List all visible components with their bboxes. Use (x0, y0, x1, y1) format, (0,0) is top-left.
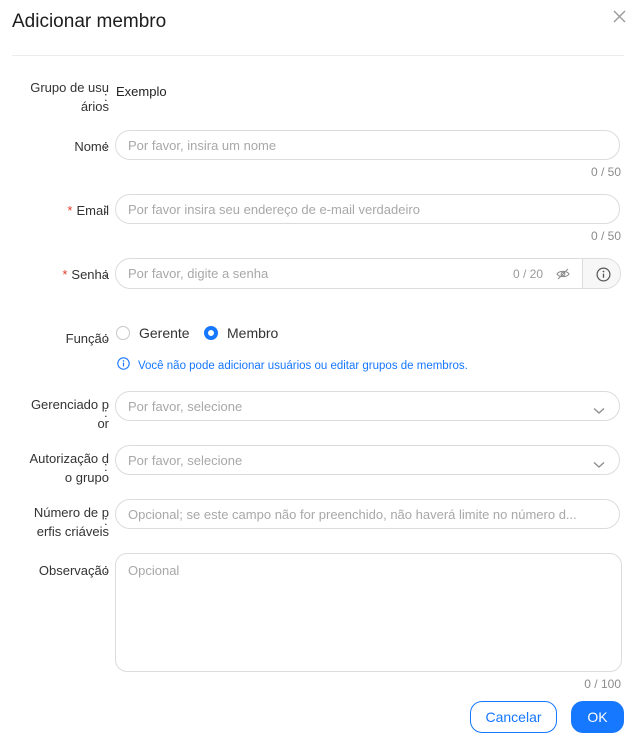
group-authorization-label: Autorização d o grupo (29, 451, 110, 485)
remark-textarea[interactable]: Opcional (115, 553, 622, 672)
name-colon: : (104, 137, 108, 152)
chevron-down-icon (593, 456, 605, 468)
name-placeholder: Por favor, insira um nome (128, 138, 277, 153)
password-placeholder: Por favor, digite a senha (128, 266, 269, 281)
remark-colon: : (104, 561, 108, 576)
role-label: Função (65, 331, 109, 346)
close-icon[interactable] (610, 7, 630, 27)
profile-count-colon: : (104, 513, 108, 528)
email-placeholder: Por favor insira seu endereço de e-mail … (128, 202, 420, 217)
name-label: Nome (74, 139, 109, 154)
managed-by-select[interactable]: Por favor, selecione (115, 391, 620, 421)
profile-count-input[interactable]: Opcional; se este campo não for preenchi… (115, 499, 620, 529)
radio-checked (204, 326, 218, 340)
group-authorization-select[interactable]: Por favor, selecione (115, 445, 620, 475)
profile-count-placeholder: Opcional; se este campo não for preenchi… (128, 507, 577, 522)
info-icon (596, 267, 611, 282)
user-group-label: Grupo de usu ários (30, 80, 109, 114)
role-radio-membro[interactable]: Membro (204, 324, 278, 342)
role-colon: : (104, 329, 108, 344)
name-counter: 0 / 50 (590, 165, 621, 179)
managed-by-placeholder: Por favor, selecione (128, 399, 243, 414)
profile-count-label: Número de p erfis criáveis (33, 505, 109, 539)
managed-by-colon: : (104, 405, 108, 420)
email-counter: 0 / 50 (590, 229, 621, 243)
name-input[interactable]: Por favor, insira um nome (115, 130, 620, 160)
remark-label: Observação (38, 563, 109, 578)
remark-placeholder: Opcional (128, 563, 180, 578)
ok-button[interactable]: OK (571, 701, 624, 733)
remark-counter: 0 / 100 (584, 677, 621, 691)
password-label: * Senha (62, 267, 109, 282)
role-hint: Você não pode adicionar usuários ou edit… (117, 357, 468, 375)
group-authorization-placeholder: Por favor, selecione (128, 453, 243, 468)
radio-unchecked (116, 326, 130, 340)
password-counter: 0 / 20 (513, 267, 544, 281)
password-input[interactable]: Por favor, digite a senha 0 / 20 (115, 258, 621, 289)
eye-slash-icon[interactable] (556, 267, 570, 281)
dialog-title: Adicionar membro (12, 11, 167, 32)
cancel-button[interactable]: Cancelar (470, 701, 557, 733)
header-divider (12, 55, 624, 56)
managed-by-label: Gerenciado p or (30, 397, 109, 431)
email-colon: : (104, 201, 108, 216)
dialog-header: Adicionar membro (0, 0, 641, 56)
password-colon: : (104, 265, 108, 280)
chevron-down-icon (593, 402, 605, 414)
email-input[interactable]: Por favor insira seu endereço de e-mail … (115, 194, 620, 224)
password-info-addon[interactable] (583, 259, 620, 288)
group-authorization-colon: : (104, 459, 108, 474)
email-label: * Email (67, 203, 109, 218)
info-circle-icon (117, 357, 130, 375)
user-group-colon: : (104, 89, 108, 104)
user-group-value: Exemplo (116, 84, 167, 99)
role-radio-gerente[interactable]: Gerente (116, 324, 190, 342)
